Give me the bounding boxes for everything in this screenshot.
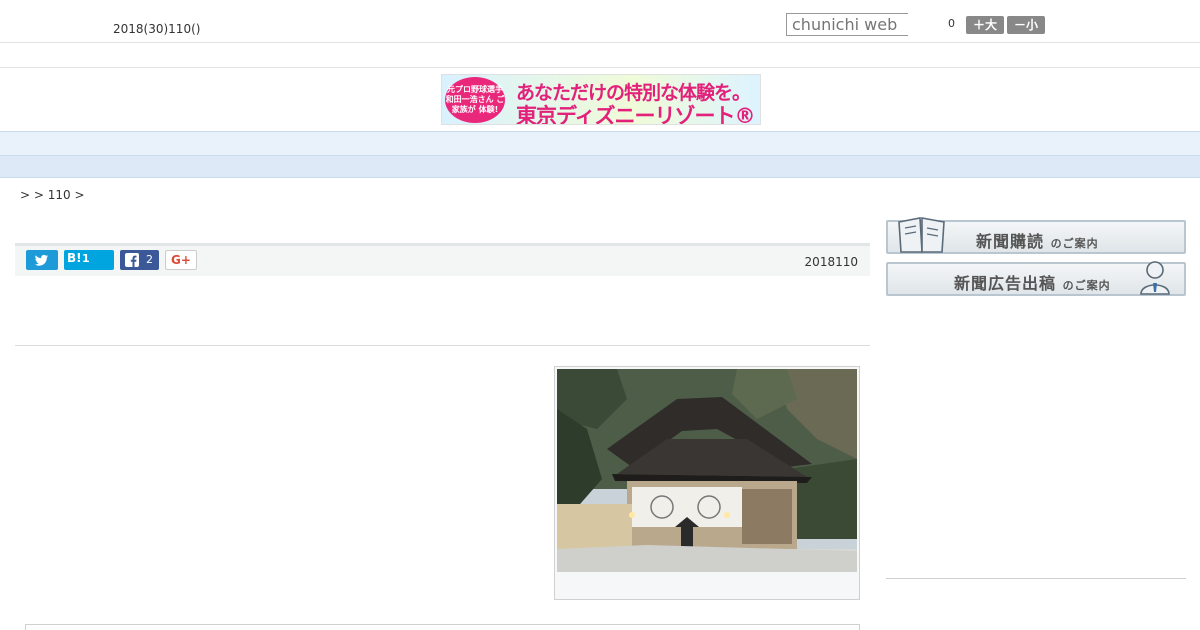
share-bar: B! 1 2 G+ 2018110 xyxy=(15,243,870,276)
book-icon xyxy=(898,217,945,253)
hatena-label: B! xyxy=(67,251,82,265)
facebook-icon xyxy=(125,253,139,267)
google-plus-label: G+ xyxy=(171,253,191,267)
person-icon xyxy=(1140,261,1170,295)
header-sub-strip xyxy=(0,44,1200,68)
top-bar: 2018(30)110() 0 ＋大 －小 xyxy=(0,0,1200,43)
article-photo-frame xyxy=(554,366,860,600)
font-larger-button[interactable]: ＋大 xyxy=(966,16,1004,34)
advertising-label: 新聞広告出稿 のご案内 xyxy=(954,274,1111,293)
banner-ad[interactable]: 元プロ野球選手 和田一浩さん ご家族が 体験! あなただけの特別な体験を。 東京… xyxy=(441,74,761,125)
article-body-box xyxy=(25,624,860,630)
article-photo[interactable] xyxy=(557,369,857,572)
facebook-share-button[interactable]: 2 xyxy=(120,250,159,270)
twitter-bird-icon xyxy=(35,254,49,266)
banner-badge: 元プロ野球選手 和田一浩さん ご家族が 体験! xyxy=(445,77,505,123)
article-date: 2018110 xyxy=(804,255,858,269)
sub-nav xyxy=(0,156,1200,178)
search-input[interactable] xyxy=(786,13,908,36)
hatena-count: 1 xyxy=(82,252,90,265)
twitter-share-button[interactable] xyxy=(26,250,58,270)
subscription-label: 新聞購読 のご案内 xyxy=(976,232,1099,251)
hatena-bookmark-button[interactable]: B! 1 xyxy=(64,250,114,270)
counter: 0 xyxy=(948,17,955,30)
temple-photo xyxy=(557,369,857,572)
google-plus-button[interactable]: G+ xyxy=(165,250,197,270)
sidebar-divider xyxy=(886,578,1186,579)
newspaper-advertising-button[interactable]: 新聞広告出稿 のご案内 xyxy=(886,261,1186,296)
banner-line2: 東京ディズニーリゾート® xyxy=(516,104,756,125)
facebook-count: 2 xyxy=(146,253,153,266)
main-nav xyxy=(0,131,1200,156)
font-smaller-button[interactable]: －小 xyxy=(1007,16,1045,34)
content-divider xyxy=(15,345,870,346)
newspaper-subscription-button[interactable]: 新聞購読 のご案内 xyxy=(886,217,1186,254)
breadcrumb[interactable]: > > 110 > xyxy=(20,188,85,202)
header-date: 2018(30)110() xyxy=(113,22,201,36)
